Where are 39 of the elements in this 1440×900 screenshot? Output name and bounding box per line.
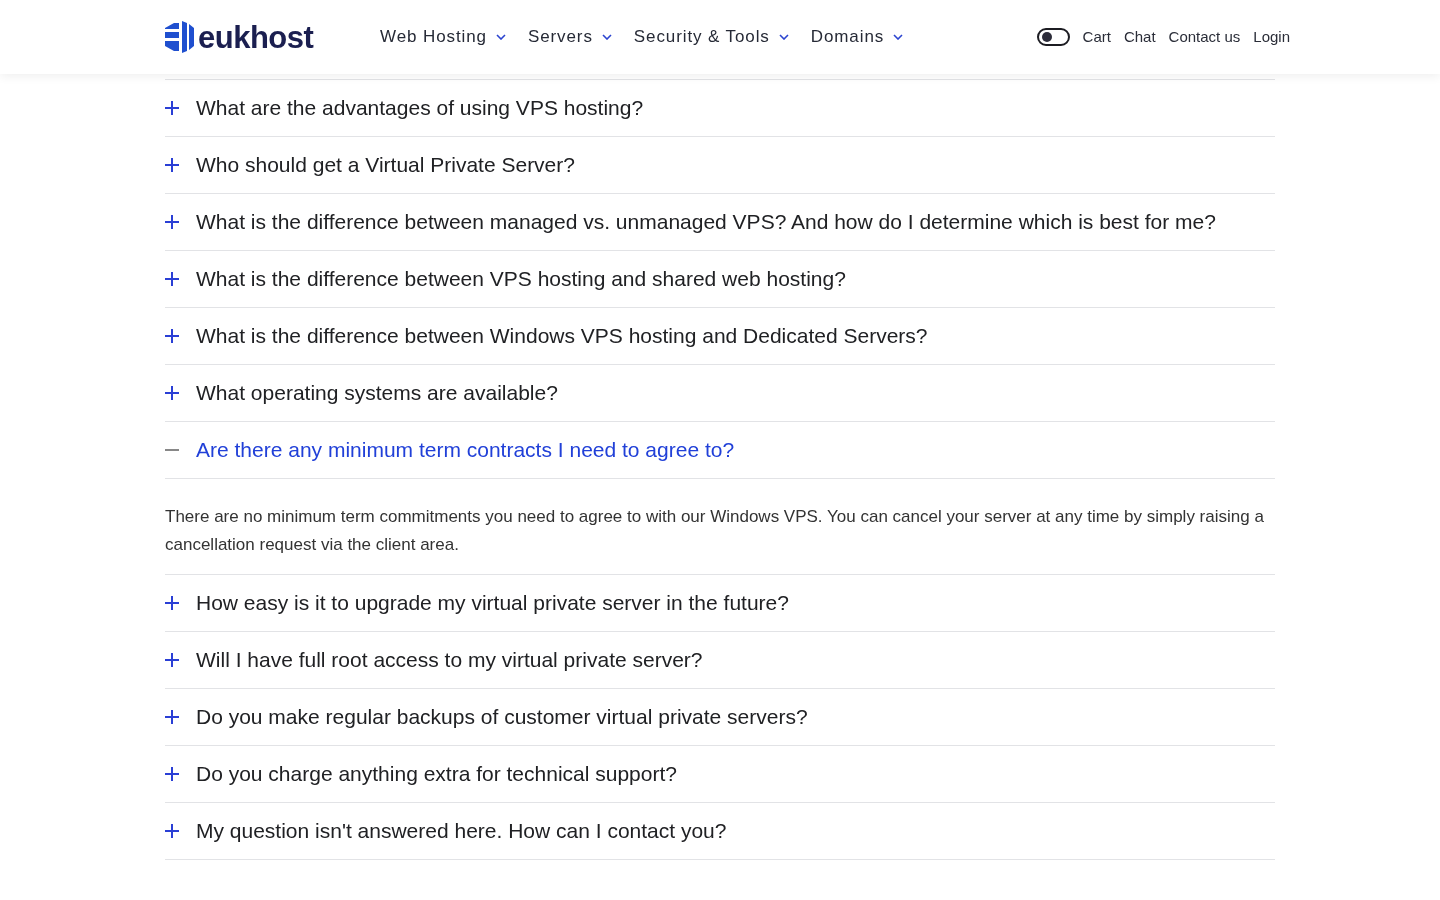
nav-menu-item[interactable]: Security & Tools [633, 24, 789, 50]
faq-question[interactable]: Will I have full root access to my virtual private server? [165, 632, 1275, 688]
header-link[interactable]: Cart [1082, 25, 1111, 49]
plus-icon [165, 272, 179, 286]
chevron-down-icon [601, 34, 612, 40]
brand-name[interactable]: eukhost [198, 21, 314, 53]
plus-icon [165, 653, 179, 667]
chevron-down-icon [778, 34, 789, 40]
faq-question[interactable]: What are the advantages of using VPS hosting? [165, 80, 1275, 136]
header-link[interactable]: Login [1253, 25, 1290, 49]
faq-question[interactable]: What operating systems are available? [165, 365, 1275, 421]
plus-icon [165, 215, 179, 229]
faq-question[interactable]: Do you charge anything extra for technical support? [165, 746, 1275, 802]
faq-question[interactable]: My question isn't answered here. How can I contact you? [165, 803, 1275, 859]
plus-icon [165, 386, 179, 400]
chevron-down-icon [495, 34, 506, 40]
faq-question[interactable]: What is the difference between managed vs. unmanaged VPS? And how do I determine which is best for me? [165, 194, 1275, 250]
nav-menu-item[interactable]: Web Hosting [380, 24, 506, 50]
plus-icon [165, 596, 179, 610]
faq-question[interactable]: What is the difference between Windows VPS hosting and Dedicated Servers? [165, 308, 1275, 364]
nav-menu-item[interactable]: Servers [527, 24, 612, 50]
faq-question[interactable]: What is the difference between VPS hosting and shared web hosting? [165, 251, 1275, 307]
faq-answer-text: There are no minimum term commitments you need to agree to with our Windows VPS. You can cancel your server at any time by simply raising a cancellation request via the client area. [165, 478, 1275, 574]
plus-icon [165, 158, 179, 172]
plus-icon [165, 824, 179, 838]
chevron-down-icon [893, 34, 904, 40]
header-link[interactable]: Chat [1123, 25, 1156, 49]
header-link[interactable]: Contact us [1168, 25, 1241, 49]
plus-icon [165, 101, 179, 115]
plus-icon [165, 710, 179, 724]
faq-question[interactable]: Are there any minimum term contracts I need to agree to? [165, 422, 1275, 478]
plus-icon [165, 329, 179, 343]
plus-icon [165, 767, 179, 781]
faq-question[interactable]: How easy is it to upgrade my virtual private server in the future? [165, 575, 1275, 631]
faq-question[interactable]: Do you make regular backups of customer virtual private servers? [165, 689, 1275, 745]
theme-toggle-switch[interactable] [1036, 28, 1070, 46]
nav-menu-item[interactable]: Domains [810, 24, 904, 50]
faq-question[interactable]: Who should get a Virtual Private Server? [165, 137, 1275, 193]
logo-icon[interactable] [165, 21, 194, 53]
